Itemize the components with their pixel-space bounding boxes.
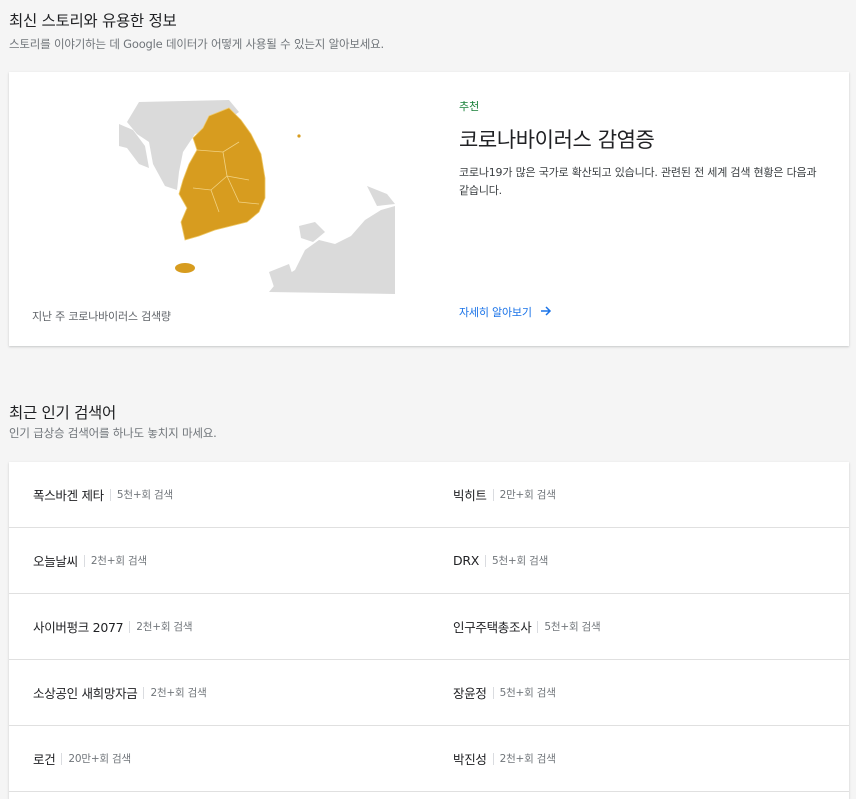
divider (484, 554, 486, 567)
stories-heading: 최신 스토리와 유용한 정보 (9, 12, 177, 30)
trending-item[interactable]: DRX 5천+회 검색 (453, 528, 548, 593)
trending-item[interactable]: 인구주택총조사 5천+회 검색 (453, 594, 601, 659)
divider (492, 488, 494, 501)
arrow-right-icon (540, 305, 552, 320)
stories-subheading: 스토리를 이야기하는 데 Google 데이터가 어떻게 사용될 수 있는지 알… (9, 37, 384, 51)
learn-more-label: 자세히 알아보기 (459, 306, 532, 319)
trending-term: 사이버펑크 2077 (33, 620, 124, 635)
trending-subheading: 인기 급상승 검색어를 하나도 놓치지 마세요. (9, 426, 217, 440)
trending-list: 폭스바겐 제타 5천+회 검색 빅히트 2만+회 검색 오늘날씨 2천+회 검색… (9, 462, 849, 799)
map-jeju (175, 263, 195, 273)
search-count: 2천+회 검색 (150, 687, 207, 699)
trending-heading: 최근 인기 검색어 (9, 404, 116, 422)
learn-more-link[interactable]: 자세히 알아보기 (459, 304, 552, 320)
trending-term: DRX (453, 553, 479, 568)
divider (492, 686, 494, 699)
trending-item[interactable]: 소상공인 새희망자금 2천+회 검색 (33, 660, 207, 725)
table-row: 로건 20만+회 검색 박진성 2천+회 검색 (9, 726, 849, 792)
search-count: 2만+회 검색 (499, 489, 556, 501)
table-row: 소상공인 새희망자금 2천+회 검색 장윤정 5천+회 검색 (9, 660, 849, 726)
search-count: 2천+회 검색 (499, 753, 556, 765)
trending-item[interactable]: 폭스바겐 제타 5천+회 검색 (33, 462, 173, 527)
divider (61, 752, 63, 765)
trending-item[interactable]: 사이버펑크 2077 2천+회 검색 (33, 594, 193, 659)
search-count: 5천+회 검색 (116, 489, 173, 501)
search-count: 5천+회 검색 (544, 621, 601, 633)
divider (492, 752, 494, 765)
divider (129, 620, 131, 633)
story-card[interactable]: 지난 주 코로나바이러스 검색량 추천 코로나바이러스 감염증 코로나19가 많… (9, 72, 849, 346)
search-count: 5천+회 검색 (499, 687, 556, 699)
divider (537, 620, 539, 633)
table-row: 사이버펑크 2077 2천+회 검색 인구주택총조사 5천+회 검색 (9, 594, 849, 660)
search-count: 2천+회 검색 (136, 621, 193, 633)
trending-item[interactable]: 로건 20만+회 검색 (33, 726, 131, 791)
trending-item[interactable]: 박진성 2천+회 검색 (453, 726, 556, 791)
story-title[interactable]: 코로나바이러스 감염증 (459, 124, 655, 154)
trending-term: 인구주택총조사 (453, 620, 532, 635)
divider (83, 554, 85, 567)
trending-item[interactable]: 장윤정 5천+회 검색 (453, 660, 556, 725)
trending-term: 폭스바겐 제타 (33, 488, 104, 503)
search-count: 2천+회 검색 (90, 555, 147, 567)
table-row: 오늘날씨 2천+회 검색 DRX 5천+회 검색 (9, 528, 849, 594)
divider (109, 488, 111, 501)
map-land-japan-4 (367, 186, 395, 206)
trending-item[interactable]: 빅히트 2만+회 검색 (453, 462, 556, 527)
search-count: 5천+회 검색 (491, 555, 549, 567)
divider (143, 686, 145, 699)
trending-term: 로건 (33, 752, 56, 767)
trending-term: 장윤정 (453, 686, 487, 701)
map-land-japan-2 (299, 222, 325, 242)
trending-term: 소상공인 새희망자금 (33, 686, 138, 701)
trending-term: 박진성 (453, 752, 487, 767)
story-tag: 추천 (459, 100, 480, 113)
korea-map (78, 94, 395, 294)
trending-term: 빅히트 (453, 488, 487, 503)
table-row: 폭스바겐 제타 5천+회 검색 빅히트 2만+회 검색 (9, 462, 849, 528)
map-caption: 지난 주 코로나바이러스 검색량 (32, 310, 171, 323)
trending-term: 오늘날씨 (33, 554, 78, 569)
search-count: 20만+회 검색 (68, 753, 131, 765)
story-description: 코로나19가 많은 국가로 확산되고 있습니다. 관련된 전 세계 검색 현황은… (459, 166, 817, 197)
trending-item[interactable]: 오늘날씨 2천+회 검색 (33, 528, 147, 593)
